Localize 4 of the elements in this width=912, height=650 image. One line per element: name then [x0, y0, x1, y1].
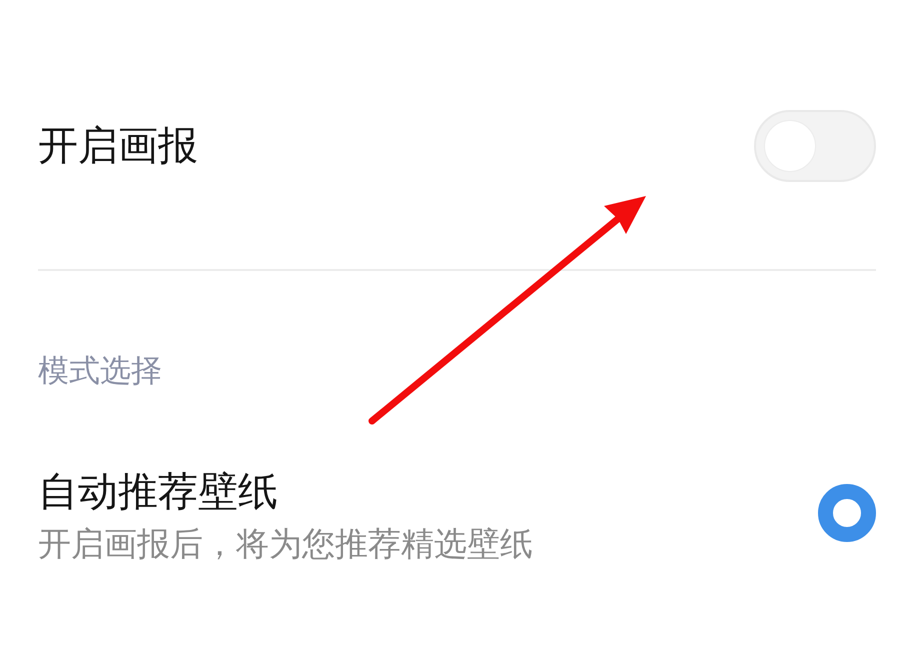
option-title: 自动推荐壁纸	[38, 468, 279, 516]
option-description: 开启画报后，将为您推荐精选壁纸	[38, 524, 533, 564]
setting-label: 开启画报	[38, 122, 198, 170]
section-header: 模式选择	[38, 352, 163, 391]
